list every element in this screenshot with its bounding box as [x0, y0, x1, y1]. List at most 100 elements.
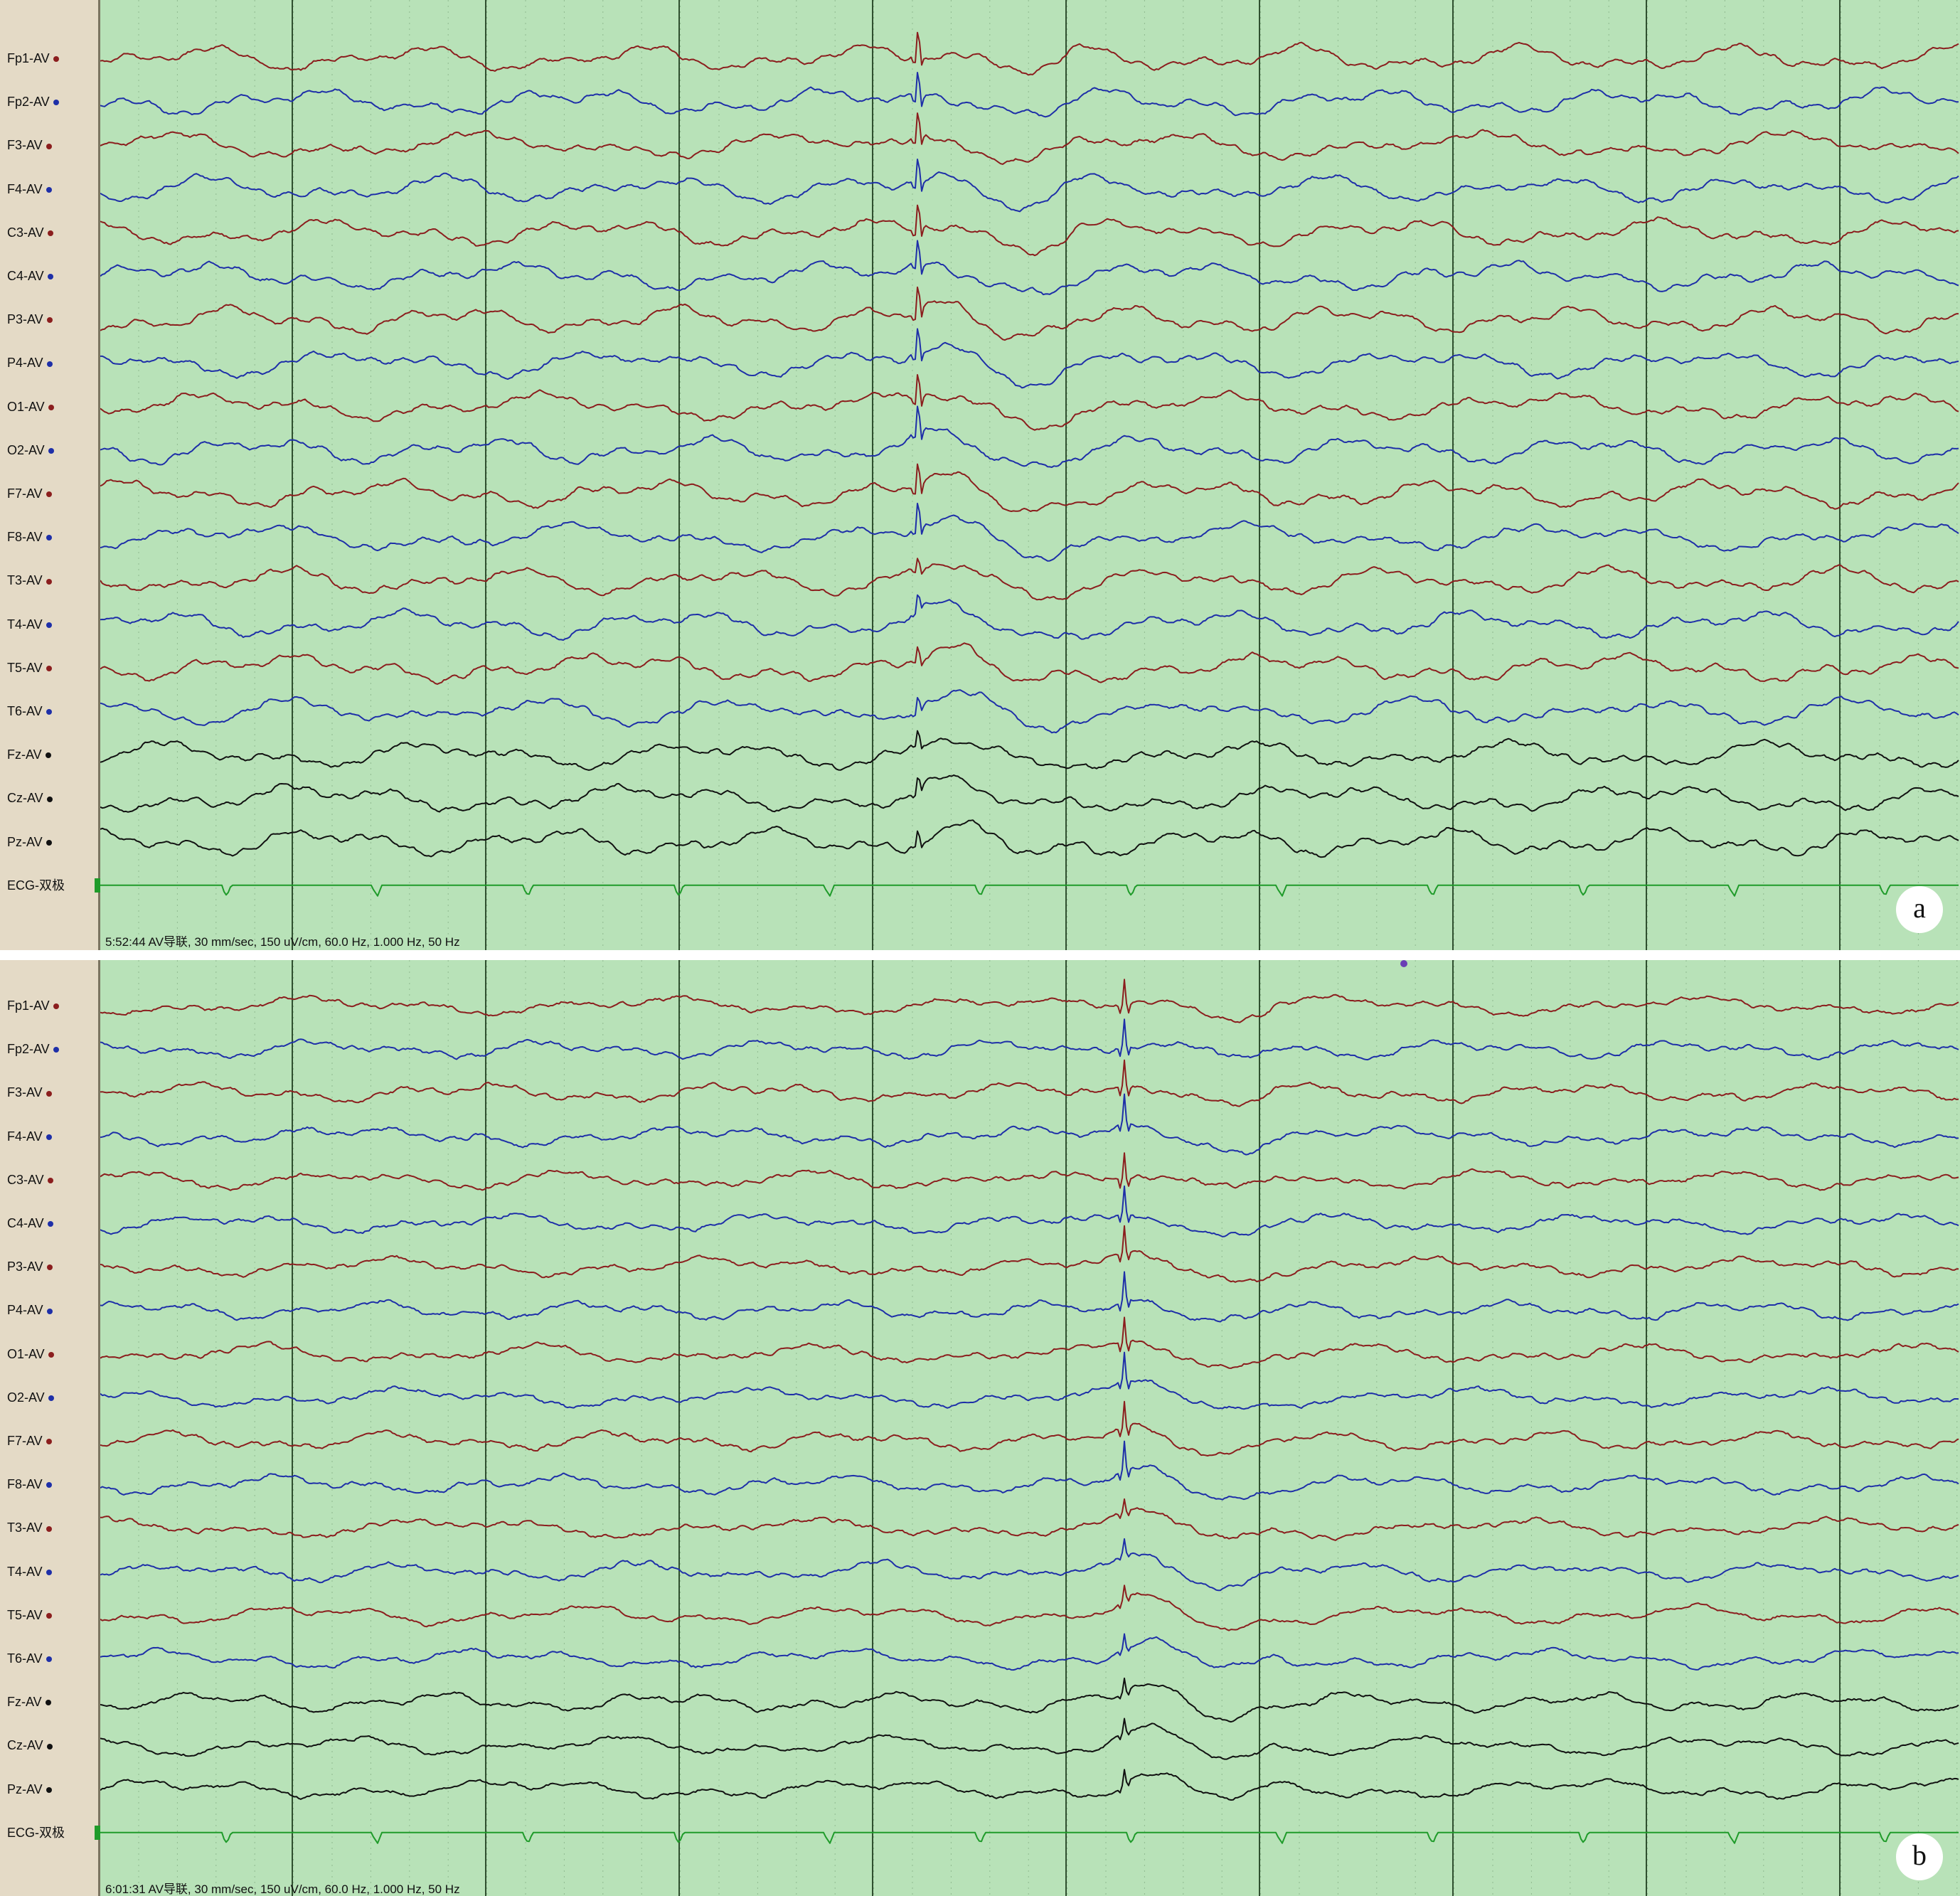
channel-color-dot-icon [48, 448, 54, 454]
channel-label-column: Fp1-AV Fp2-AV F3-AV F4-AV C3-AV C4-AV P3-AV P4-… [0, 960, 100, 1896]
status-line: 6:01:31 AV导联, 30 mm/sec, 150 uV/cm, 60.0… [105, 1882, 460, 1896]
channel-label: F8-AV [7, 530, 52, 544]
channel-label-text: T4-AV [7, 1564, 43, 1579]
eeg-trace-o1-av [100, 1316, 1959, 1369]
channel-label-text: ECG-双极 [7, 1825, 65, 1840]
channel-color-dot-icon [46, 1743, 53, 1749]
channel-color-dot-icon [46, 1786, 52, 1793]
channel-label: F8-AV [7, 1477, 52, 1491]
channel-label: C4-AV [7, 269, 53, 283]
channel-label-text: Cz-AV [7, 791, 43, 806]
channel-color-dot-icon [46, 491, 52, 498]
channel-label-text: Pz-AV [7, 834, 43, 849]
channel-color-dot-icon [47, 230, 53, 237]
channel-color-dot-icon [46, 1134, 52, 1140]
channel-label: Fz-AV [7, 1695, 51, 1709]
channel-label-text: C4-AV [7, 269, 44, 283]
eeg-trace-c3-av [100, 1152, 1959, 1191]
eeg-panel-a: Fp1-AV Fp2-AV F3-AV F4-AV C3-AV C4-AV P3-AV P4-… [0, 0, 1960, 950]
channel-label-text: P4-AV [7, 356, 43, 371]
channel-label-text: F8-AV [7, 1477, 43, 1492]
eeg-trace-fp2-av [100, 1018, 1959, 1061]
channel-color-dot-icon [46, 1439, 52, 1445]
eeg-trace-area[interactable] [100, 960, 1960, 1896]
channel-label-text: T5-AV [7, 660, 43, 675]
eeg-trace-f8-av [100, 1440, 1959, 1501]
channel-color-dot-icon [47, 1221, 53, 1227]
channel-label: Fp2-AV [7, 95, 59, 109]
channel-label: ECG-双极 [7, 1826, 65, 1840]
eeg-trace-p4-av [100, 1271, 1959, 1323]
channel-label: T5-AV [7, 661, 52, 675]
channel-label: Cz-AV [7, 1738, 53, 1752]
eeg-trace-fp1-av [100, 31, 1959, 76]
channel-color-dot-icon [46, 535, 52, 541]
eeg-panel-b: Fp1-AV Fp2-AV F3-AV F4-AV C3-AV C4-AV P3-AV P4-… [0, 960, 1960, 1896]
channel-label-text: P3-AV [7, 312, 43, 327]
eeg-trace-c4-av [100, 240, 1959, 296]
channel-label-text: C3-AV [7, 225, 44, 240]
eeg-trace-f3-av [100, 1059, 1959, 1107]
channel-label-text: O1-AV [7, 399, 45, 414]
panel-badge: a [1896, 886, 1943, 933]
channel-label: Fp1-AV [7, 51, 59, 65]
channel-label: T3-AV [7, 1520, 52, 1535]
channel-label-text: T3-AV [7, 1520, 43, 1535]
channel-label: Fp2-AV [7, 1042, 59, 1056]
eeg-trace-f7-av [100, 463, 1959, 512]
channel-label: Cz-AV [7, 791, 53, 805]
eeg-trace-t4-av [100, 594, 1959, 641]
channel-label-text: F7-AV [7, 1434, 43, 1448]
channel-color-dot-icon [46, 1482, 52, 1488]
channel-label-text: F3-AV [7, 138, 43, 153]
channel-label: Pz-AV [7, 1782, 52, 1796]
channel-label: F4-AV [7, 1129, 52, 1144]
channel-label-text: O2-AV [7, 1390, 45, 1405]
channel-color-dot-icon [46, 1569, 52, 1575]
eeg-trace-pz-av [100, 819, 1959, 858]
channel-label-column: Fp1-AV Fp2-AV F3-AV F4-AV C3-AV C4-AV P3-AV P4-… [0, 0, 100, 950]
channel-label: F7-AV [7, 1434, 52, 1448]
channel-color-dot-icon [46, 578, 52, 585]
eeg-trace-p3-av [100, 286, 1959, 341]
channel-color-dot-icon [46, 1308, 53, 1314]
channel-color-dot-icon [53, 1047, 59, 1053]
eeg-trace-area[interactable] [100, 0, 1960, 950]
eeg-trace-cz-av [100, 774, 1959, 813]
eeg-trace-t6-av [100, 1633, 1959, 1671]
panel-badge: b [1896, 1833, 1943, 1880]
channel-color-dot-icon [53, 56, 59, 63]
channel-color-dot-icon [48, 404, 54, 410]
channel-label: T5-AV [7, 1608, 52, 1622]
channel-label: F3-AV [7, 1085, 52, 1099]
channel-label-text: C4-AV [7, 1216, 44, 1230]
channel-label: F7-AV [7, 486, 52, 501]
channel-label-text: Fp2-AV [7, 95, 50, 110]
channel-label: F4-AV [7, 182, 52, 196]
eeg-trace-t5-av [100, 1585, 1959, 1631]
channel-label-text: F4-AV [7, 181, 43, 196]
channel-label: P3-AV [7, 312, 53, 326]
channel-label: Fp1-AV [7, 998, 59, 1013]
channel-color-dot-icon [46, 709, 52, 715]
channel-color-dot-icon [48, 1351, 54, 1358]
channel-color-dot-icon [46, 796, 53, 802]
channel-color-dot-icon [46, 839, 52, 846]
channel-color-dot-icon [48, 1395, 54, 1402]
eeg-trace-t3-av [100, 558, 1959, 601]
channel-label-text: O2-AV [7, 442, 45, 457]
channel-label-text: Fp2-AV [7, 1042, 50, 1057]
channel-color-dot-icon [46, 1613, 52, 1619]
channel-label-text: T5-AV [7, 1607, 43, 1622]
eeg-trace-f4-av [100, 159, 1959, 213]
channel-label-text: Pz-AV [7, 1782, 43, 1796]
channel-label-text: Fp1-AV [7, 51, 50, 65]
channel-label-text: T6-AV [7, 1651, 43, 1666]
eeg-trace-f7-av [100, 1400, 1959, 1456]
eeg-trace-fz-av [100, 730, 1959, 771]
channel-label: F3-AV [7, 138, 52, 152]
eeg-trace-p4-av [100, 328, 1959, 389]
channel-color-dot-icon [46, 1090, 52, 1097]
eeg-trace-f4-av [100, 1093, 1959, 1156]
channel-color-dot-icon [46, 666, 52, 672]
